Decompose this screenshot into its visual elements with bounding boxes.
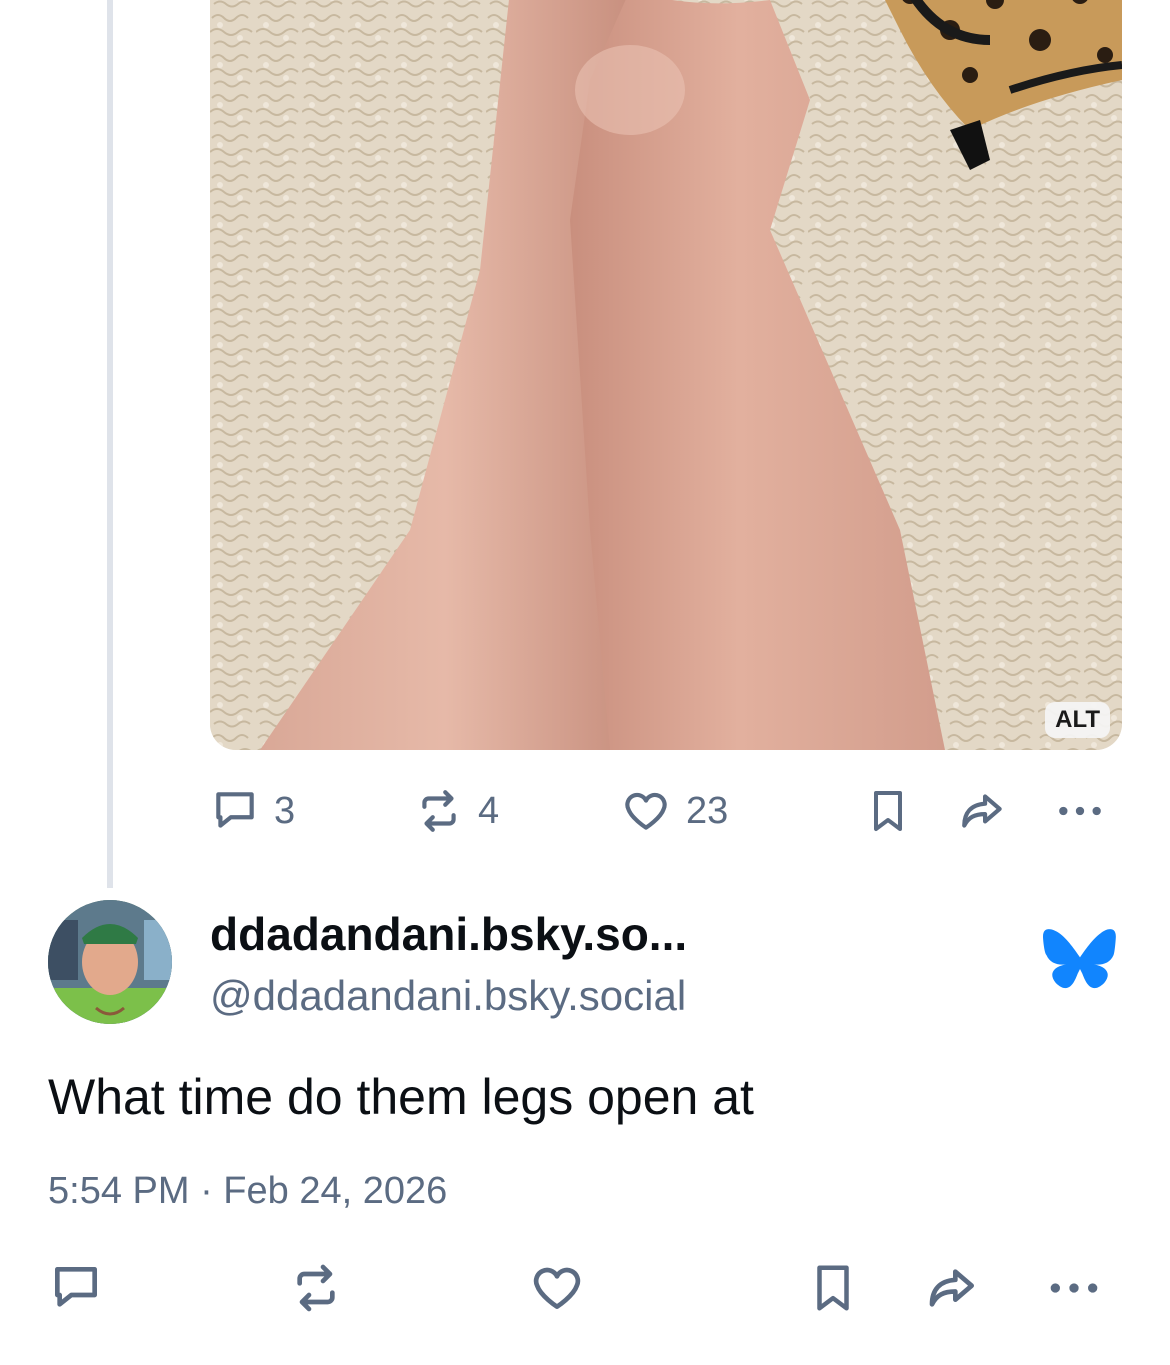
bookmark-icon [817, 1265, 849, 1311]
share-icon [962, 794, 1002, 828]
more-button-main[interactable] [1044, 1260, 1104, 1316]
post-text: What time do them legs open at [48, 1069, 754, 1125]
repost-count: 4 [478, 789, 500, 832]
share-icon [929, 1269, 974, 1307]
bookmark-button-main[interactable] [806, 1260, 860, 1316]
post-photo [210, 0, 1122, 750]
like-button-main[interactable] [528, 1260, 586, 1316]
avatar[interactable] [48, 900, 172, 1024]
reply-button-main[interactable] [48, 1260, 104, 1316]
reply-icon [55, 1267, 97, 1307]
more-icon [1050, 1283, 1098, 1293]
butterfly-icon [1043, 928, 1117, 1001]
heart-icon [533, 1267, 581, 1309]
bookmark-button[interactable] [864, 786, 912, 836]
reply-icon [216, 792, 254, 828]
reply-count: 3 [274, 789, 296, 832]
thread-line [107, 0, 113, 888]
avatar-photo [48, 900, 172, 1024]
alt-text-badge[interactable]: ALT [1045, 702, 1110, 738]
repost-button-main[interactable] [288, 1260, 344, 1316]
reply-button[interactable]: 3 [210, 786, 295, 836]
heart-icon [625, 792, 667, 830]
share-button-main[interactable] [922, 1260, 984, 1316]
user-handle[interactable]: @ddadandani.bsky.social [210, 972, 686, 1020]
post-timestamp: 5:54 PM · Feb 24, 2026 [48, 1170, 448, 1212]
repost-button[interactable]: 4 [414, 786, 499, 836]
share-button[interactable] [956, 786, 1010, 836]
like-count: 23 [686, 789, 729, 832]
more-button[interactable] [1054, 786, 1106, 836]
more-icon [1059, 806, 1101, 816]
like-button[interactable]: 23 [620, 786, 728, 836]
repost-icon [422, 790, 456, 832]
bookmark-icon [874, 791, 902, 831]
post-image[interactable]: ALT [210, 0, 1122, 750]
display-name[interactable]: ddadandani.bsky.so... [210, 907, 687, 961]
repost-icon [297, 1264, 335, 1312]
